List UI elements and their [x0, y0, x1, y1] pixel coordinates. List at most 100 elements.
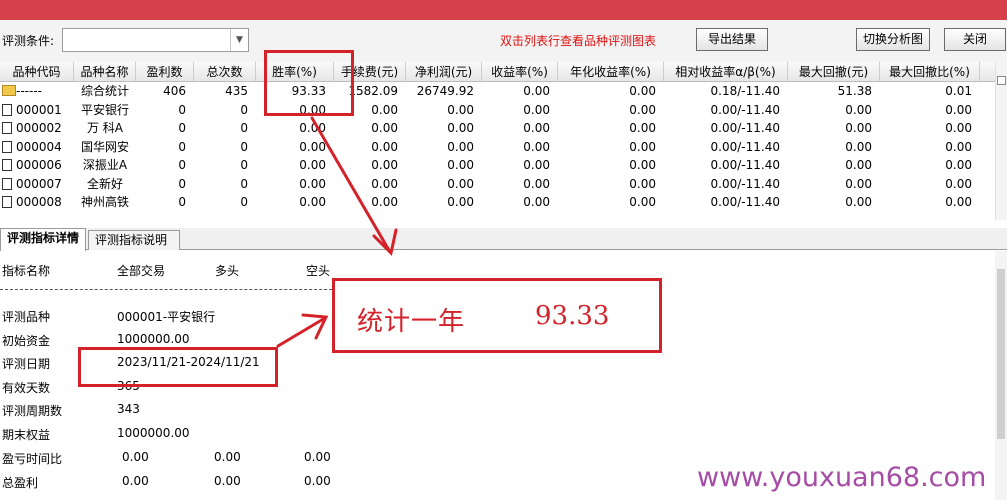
column-header[interactable]: 盈利数 [136, 62, 194, 81]
table-cell: 0.00/-11.40 [710, 176, 780, 191]
table-cell: 0.00 [299, 195, 326, 209]
detail-label: 有效天数 [2, 381, 51, 395]
table-cell: 0 [240, 158, 248, 172]
table-cell: 0.00 [629, 139, 656, 154]
detail-divider [0, 289, 372, 290]
table-cell: 0.00 [945, 195, 972, 209]
table-cell: 全新好 [86, 176, 123, 191]
table-cell: 0.00 [447, 102, 474, 117]
window-title-bar [0, 0, 1007, 20]
folder-icon [2, 85, 16, 96]
table-cell: 平安银行 [80, 102, 129, 117]
table-row[interactable]: ------ 综合统计 406 435 93.33 1582.09 26749.92 0.00… [0, 82, 995, 100]
detail-label: 盈亏时间比 [2, 452, 63, 466]
table-cell: 0 [178, 158, 186, 172]
table-cell: 0 [178, 102, 186, 117]
table-row[interactable]: 000002 万 科A 0 0 0.00 0.00 0.00 0.00 0.00 0.00/-11… [0, 119, 995, 137]
detail-value: 1000000.00 [117, 426, 190, 440]
detail-header: 多头 [215, 264, 240, 278]
table-cell: 0 [240, 195, 248, 209]
detail-scrollbar-thumb[interactable] [997, 269, 1005, 439]
table-cell: 0.00 [447, 176, 474, 191]
table-row[interactable]: 000007 全新好 0 0 0.00 0.00 0.00 0.00 0.00 0.00/-11.… [0, 175, 995, 193]
table-cell: 0.00 [299, 176, 326, 191]
winrate-highlight-box [264, 50, 354, 116]
table-cell: 0.00 [945, 158, 972, 172]
table-cell: 0.00 [523, 195, 550, 209]
tab-indicator-explanation[interactable]: 评测指标说明 [88, 230, 180, 250]
table-cell: 0.00 [299, 158, 326, 172]
table-cell: 0.00 [845, 195, 872, 209]
detail-scrollbar[interactable] [995, 251, 1007, 500]
detail-label: 期末权益 [2, 428, 51, 442]
column-header[interactable]: 品种代码 [0, 62, 74, 81]
document-icon [2, 103, 12, 116]
table-cell: 0.00 [845, 121, 872, 135]
detail-header: 指标名称 [2, 264, 51, 278]
table-cell: 000006 [16, 158, 62, 172]
document-icon [2, 177, 12, 190]
table-cell: 000008 [16, 195, 62, 209]
double-click-hint: 双击列表行查看品种评测图表 [500, 34, 657, 48]
detail-label: 评测品种 [2, 310, 51, 324]
results-table: 品种代码 品种名称 盈利数 总次数 胜率(%) 手续费(元) 净利润(元) 收益率(%) 年化收… [0, 62, 1007, 220]
table-cell: 0 [178, 176, 186, 191]
export-results-button[interactable]: 导出结果 [696, 28, 768, 51]
table-cell: 0.00 [945, 139, 972, 154]
column-header[interactable]: 品种名称 [74, 62, 136, 81]
close-button[interactable]: 关闭 [944, 28, 1006, 51]
column-header[interactable]: 最大回撤比(%) [880, 62, 980, 81]
detail-tabs: 评测指标详情 评测指标说明 [0, 228, 1007, 251]
table-cell: 0.00 [371, 176, 398, 191]
switch-chart-button[interactable]: 切换分析图 [856, 28, 930, 51]
table-cell: 0.00 [447, 158, 474, 172]
table-row[interactable]: 000008 神州高铁 0 0 0.00 0.00 0.00 0.00 0.00 0.00/-11… [0, 193, 995, 211]
column-header[interactable]: 收益率(%) [482, 62, 558, 81]
detail-value: 000001-平安银行 [117, 310, 216, 324]
table-cell: 0.00 [845, 176, 872, 191]
table-row[interactable]: 000006 深振业A 0 0 0.00 0.00 0.00 0.00 0.00 0.00/-11… [0, 156, 995, 174]
table-cell: 0.00 [523, 102, 550, 117]
table-cell: 0.00 [299, 121, 326, 135]
detail-value: 0.00 [122, 474, 149, 488]
table-cell: 26749.92 [416, 84, 474, 98]
table-cell: 0.00 [523, 176, 550, 191]
table-cell: 0.00 [629, 195, 656, 209]
toolbar: 评测条件: ▼ 双击列表行查看品种评测图表 导出结果 切换分析图 关闭 [0, 20, 1007, 62]
detail-value: 0.00 [304, 474, 331, 488]
table-cell: 000007 [16, 176, 62, 191]
column-header[interactable]: 净利润(元) [406, 62, 482, 81]
callout-value: 93.33 [535, 301, 610, 331]
column-header[interactable]: 最大回撤(元) [788, 62, 880, 81]
table-cell: 0 [178, 139, 186, 154]
table-cell: 0 [178, 121, 186, 135]
table-cell: ------ [16, 84, 42, 98]
scrollbar-box[interactable] [997, 76, 1006, 85]
table-cell: 0.00/-11.40 [710, 102, 780, 117]
detail-value: 0.00 [122, 450, 149, 464]
table-cell: 0.00 [523, 158, 550, 172]
column-header[interactable]: 相对收益率α/β(%) [664, 62, 788, 81]
table-cell: 435 [225, 84, 248, 98]
table-cell: 0.00 [447, 139, 474, 154]
table-cell: 000001 [16, 102, 62, 117]
table-cell: 0.00 [299, 139, 326, 154]
table-cell: 0.00/-11.40 [710, 139, 780, 154]
detail-label: 评测日期 [2, 357, 51, 371]
table-header: 品种代码 品种名称 盈利数 总次数 胜率(%) 手续费(元) 净利润(元) 收益率(%) 年化收… [0, 62, 995, 82]
detail-label: 初始资金 [2, 334, 51, 348]
chevron-down-icon[interactable]: ▼ [230, 29, 248, 51]
detail-header: 全部交易 [117, 264, 166, 278]
table-row[interactable]: 000001 平安银行 0 0 0.00 0.00 0.00 0.00 0.00 0.00/-11… [0, 101, 995, 119]
table-scrollbar[interactable] [995, 62, 1007, 220]
tab-indicator-details[interactable]: 评测指标详情 [0, 228, 86, 251]
table-row[interactable]: 000004 国华网安 0 0 0.00 0.00 0.00 0.00 0.00 0.00/-11… [0, 138, 995, 156]
table-cell: 0.00 [845, 139, 872, 154]
table-cell: 0.00 [523, 139, 550, 154]
condition-select[interactable]: ▼ [62, 28, 249, 52]
table-cell: 0.00 [629, 102, 656, 117]
column-header[interactable]: 总次数 [194, 62, 256, 81]
column-header[interactable]: 年化收益率(%) [558, 62, 664, 81]
detail-value: 0.00 [304, 450, 331, 464]
table-cell: 0.00 [945, 121, 972, 135]
